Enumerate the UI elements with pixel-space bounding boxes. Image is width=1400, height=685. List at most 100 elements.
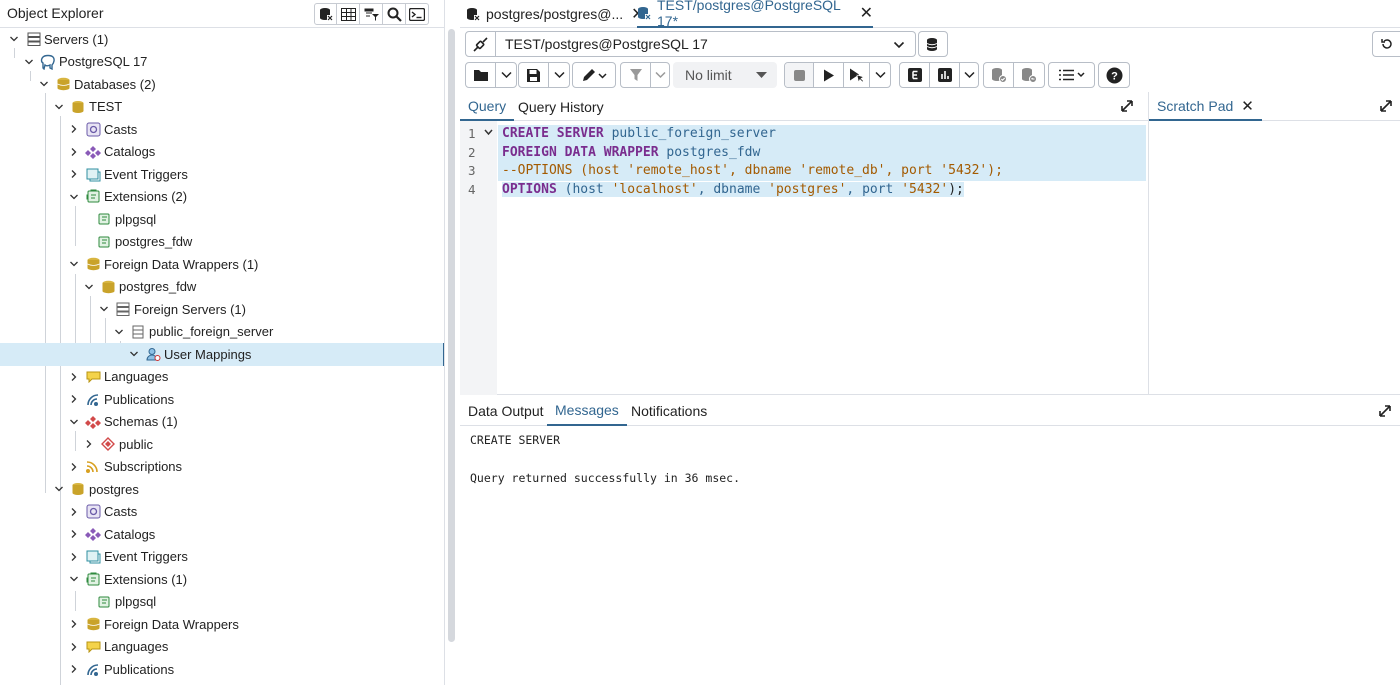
chevron-right-icon[interactable] — [69, 394, 79, 404]
query-tool-icon[interactable] — [314, 3, 337, 25]
execute-button[interactable] — [814, 63, 844, 87]
tree-node-event-triggers[interactable]: Event Triggers — [0, 163, 444, 186]
tree-node-databases[interactable]: Databases (2) — [0, 73, 444, 96]
chevron-right-icon[interactable] — [69, 169, 79, 179]
tab-notifications[interactable]: Notifications — [631, 396, 707, 426]
tab-postgres-query[interactable]: postgres/postgres@... ✕ — [466, 0, 645, 28]
chevron-right-icon[interactable] — [69, 552, 79, 562]
stop-button[interactable] — [785, 63, 814, 87]
execute-dropdown[interactable] — [870, 63, 890, 87]
chevron-down-icon[interactable] — [24, 57, 34, 67]
chevron-down-icon[interactable] — [69, 192, 79, 202]
tree-node-plpgsql[interactable]: plpgsql — [0, 208, 444, 231]
tree-node-fdw[interactable]: Foreign Data Wrappers (1) — [0, 253, 444, 276]
tree-node-postgresql-17[interactable]: PostgreSQL 17 — [0, 51, 444, 74]
explain-button[interactable] — [900, 63, 930, 87]
tree-node-user-mappings[interactable]: User Mappings — [0, 343, 444, 366]
tree-node-casts[interactable]: Casts — [0, 118, 444, 141]
tab-query[interactable]: Query — [460, 92, 515, 121]
tree-node-schemas[interactable]: Schemas (1) — [0, 411, 444, 434]
chevron-down-icon[interactable] — [114, 327, 124, 337]
help-button[interactable]: ? — [1099, 63, 1129, 87]
commit-button[interactable] — [984, 63, 1014, 87]
fold-chevron-icon[interactable] — [484, 128, 493, 139]
open-file-dropdown[interactable] — [496, 63, 516, 87]
chevron-down-icon[interactable] — [69, 417, 79, 427]
tab-test-query[interactable]: TEST/postgres@PostgreSQL 17* ✕ — [637, 0, 873, 29]
tree-node-languages[interactable]: Languages — [0, 366, 444, 389]
chevron-right-icon[interactable] — [69, 529, 79, 539]
search-icon[interactable] — [383, 3, 406, 25]
chevron-right-icon[interactable] — [69, 642, 79, 652]
chevron-down-icon[interactable] — [129, 349, 139, 359]
tree-node-plpgsql-2[interactable]: plpgsql — [0, 591, 444, 614]
chevron-down-icon[interactable] — [69, 259, 79, 269]
sql-editor[interactable]: 1 2 3 4 CREATE SERVER public_foreign_ser… — [460, 121, 1148, 395]
filter-dropdown[interactable] — [651, 63, 669, 87]
open-file-button[interactable] — [466, 63, 496, 87]
tree-scrollbar[interactable] — [448, 29, 455, 642]
chevron-right-icon[interactable] — [84, 439, 94, 449]
maximize-icon[interactable] — [1379, 99, 1393, 116]
save-button[interactable] — [519, 63, 549, 87]
chevron-down-icon[interactable] — [9, 34, 19, 44]
close-icon[interactable]: ✕ — [1241, 97, 1254, 115]
tree-node-fdw-2[interactable]: Foreign Data Wrappers — [0, 613, 444, 636]
maximize-icon[interactable] — [1378, 404, 1392, 421]
tree-node-event-triggers-2[interactable]: Event Triggers — [0, 546, 444, 569]
tree-node-public-schema[interactable]: public — [0, 433, 444, 456]
tree-node-subscriptions[interactable]: Subscriptions — [0, 456, 444, 479]
chevron-down-icon[interactable] — [84, 282, 94, 292]
execute-options-button[interactable] — [844, 63, 870, 87]
connection-select[interactable]: TEST/postgres@PostgreSQL 17 — [495, 31, 916, 57]
chevron-down-icon[interactable] — [39, 79, 49, 89]
tree-node-catalogs[interactable]: Catalogs — [0, 141, 444, 164]
chevron-down-icon[interactable] — [54, 484, 64, 494]
chevron-right-icon[interactable] — [69, 372, 79, 382]
tree-node-public-foreign-server[interactable]: public_foreign_server — [0, 321, 444, 344]
chevron-right-icon[interactable] — [69, 124, 79, 134]
explain-analyze-button[interactable] — [930, 63, 960, 87]
tree-node-postgres-db[interactable]: postgres — [0, 478, 444, 501]
tree-node-foreign-servers[interactable]: Foreign Servers (1) — [0, 298, 444, 321]
filtered-rows-icon[interactable] — [360, 3, 383, 25]
chevron-right-icon[interactable] — [69, 147, 79, 157]
view-data-icon[interactable] — [337, 3, 360, 25]
new-connection-button[interactable] — [918, 31, 948, 57]
chevron-right-icon[interactable] — [69, 507, 79, 517]
chevron-down-icon[interactable] — [99, 304, 109, 314]
close-icon[interactable]: ✕ — [860, 3, 873, 23]
tree-node-extensions-2[interactable]: Extensions (1) — [0, 568, 444, 591]
reset-layout-button[interactable] — [1372, 31, 1400, 57]
chevron-down-icon[interactable] — [69, 574, 79, 584]
tab-messages[interactable]: Messages — [547, 396, 627, 426]
tree-node-casts-2[interactable]: Casts — [0, 501, 444, 524]
tab-scratch-pad[interactable]: Scratch Pad ✕ — [1149, 92, 1262, 121]
connection-status-button[interactable] — [465, 31, 496, 57]
chevron-right-icon[interactable] — [69, 619, 79, 629]
tree-node-postgres-fdw[interactable]: postgres_fdw — [0, 276, 444, 299]
tree-node-postgres-fdw-ext[interactable]: postgres_fdw — [0, 231, 444, 254]
tab-query-history[interactable]: Query History — [518, 92, 604, 121]
row-limit-select[interactable]: No limit — [673, 62, 777, 88]
macros-button[interactable] — [1049, 63, 1094, 87]
tree-node-catalogs-2[interactable]: Catalogs — [0, 523, 444, 546]
maximize-icon[interactable] — [1120, 99, 1134, 116]
scratch-pad-editor[interactable] — [1148, 121, 1400, 395]
tree-node-extensions[interactable]: Extensions (2) — [0, 186, 444, 209]
rollback-button[interactable] — [1014, 63, 1044, 87]
chevron-down-icon[interactable] — [54, 102, 64, 112]
tree-node-test-db[interactable]: TEST — [0, 96, 444, 119]
explain-dropdown[interactable] — [960, 63, 978, 87]
chevron-right-icon[interactable] — [69, 462, 79, 472]
save-dropdown[interactable] — [549, 63, 569, 87]
tree-node-servers[interactable]: Servers (1) — [0, 28, 444, 51]
tree-node-publications[interactable]: Publications — [0, 388, 444, 411]
edit-button[interactable] — [573, 63, 615, 87]
psql-terminal-icon[interactable] — [406, 3, 429, 25]
chevron-right-icon[interactable] — [69, 664, 79, 674]
tab-data-output[interactable]: Data Output — [468, 396, 544, 426]
filter-button[interactable] — [621, 63, 651, 87]
tree-node-publications-2[interactable]: Publications — [0, 658, 444, 681]
tree-node-languages-2[interactable]: Languages — [0, 636, 444, 659]
